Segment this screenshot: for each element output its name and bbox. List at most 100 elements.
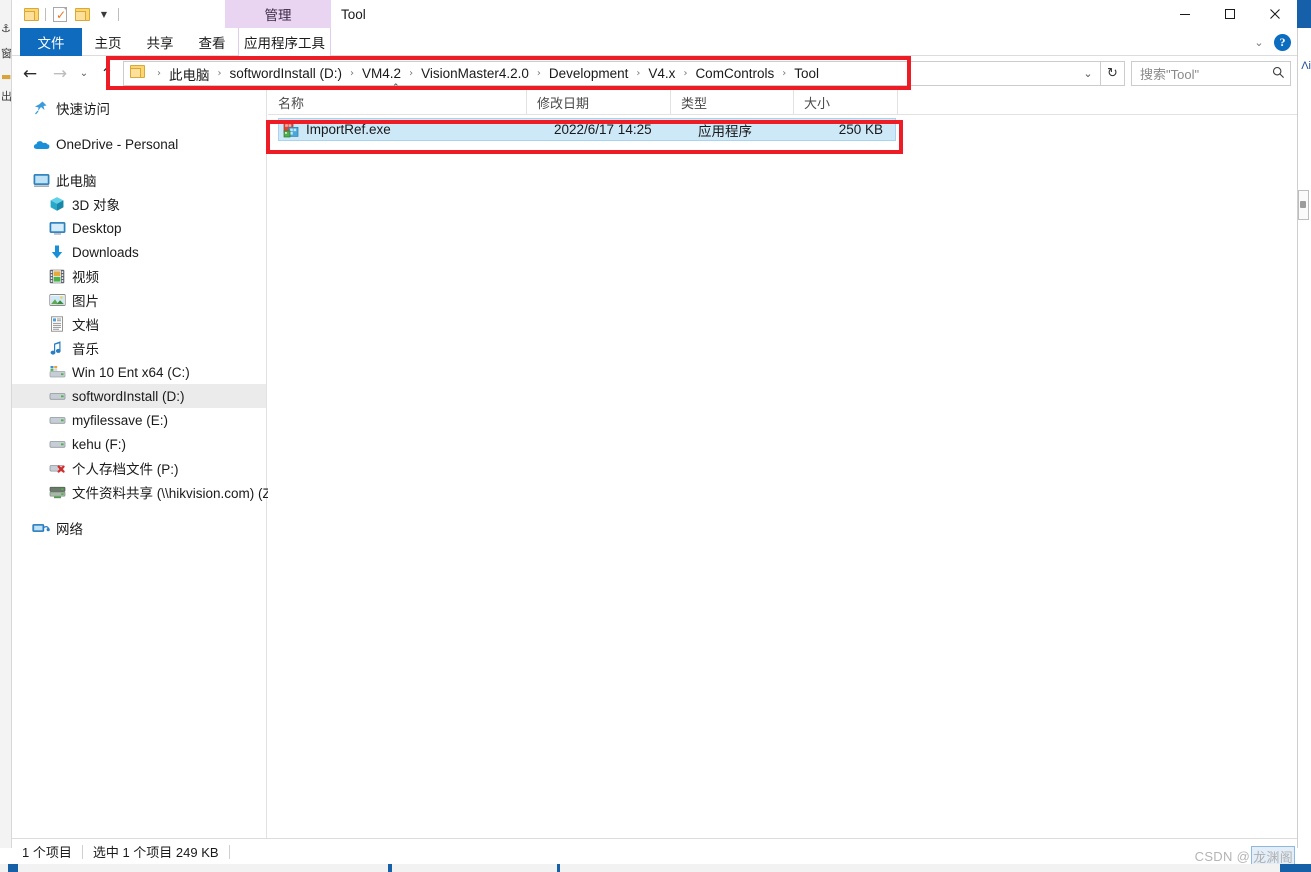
videos-film-icon xyxy=(48,267,66,285)
taskbar xyxy=(0,864,1311,872)
pictures-icon xyxy=(48,291,66,309)
minimize-button[interactable] xyxy=(1162,0,1207,28)
system-drive-icon xyxy=(48,363,66,381)
background-window-right-edge: Λi xyxy=(1297,0,1311,848)
sidebar-item-label: 个人存档文件 (P:) xyxy=(72,462,179,477)
properties-icon[interactable]: ✓ xyxy=(49,4,71,25)
pin-star-icon xyxy=(32,99,50,117)
sidebar-item-documents[interactable]: 文档 xyxy=(12,312,266,336)
sidebar-item-quick-access[interactable]: 快速访问 xyxy=(12,96,266,120)
breadcrumb-item-4[interactable]: Development xyxy=(547,66,631,81)
maximize-button[interactable] xyxy=(1207,0,1252,28)
column-header-date-modified[interactable]: 修改日期 xyxy=(526,90,670,115)
music-note-icon xyxy=(48,339,66,357)
tab-file[interactable]: 文件 xyxy=(20,28,82,56)
column-header-label: 修改日期 xyxy=(537,96,590,111)
close-button[interactable] xyxy=(1252,0,1297,28)
search-icon[interactable] xyxy=(1266,66,1290,82)
breadcrumb-item-3[interactable]: VisionMaster4.2.0 xyxy=(419,66,531,81)
breadcrumb-item-5[interactable]: V4.x xyxy=(646,66,677,81)
sidebar-item-drive-e[interactable]: myfilessave (E:) xyxy=(12,408,266,432)
column-header-label: 大小 xyxy=(804,96,831,111)
sidebar-item-pictures[interactable]: 图片 xyxy=(12,288,266,312)
sidebar-item-label: softwordInstall (D:) xyxy=(72,388,185,404)
help-icon[interactable]: ? xyxy=(1274,33,1291,51)
sidebar-item-label: OneDrive - Personal xyxy=(56,136,179,152)
sidebar-item-music[interactable]: 音乐 xyxy=(12,336,266,360)
breadcrumb-item-6[interactable]: ComControls xyxy=(693,66,776,81)
sidebar-item-3d-objects[interactable]: 3D 对象 xyxy=(12,192,266,216)
back-button[interactable]: ← xyxy=(16,61,44,86)
breadcrumb-separator: › xyxy=(536,68,541,79)
column-header-spacer xyxy=(897,90,957,115)
status-divider xyxy=(228,844,230,859)
breadcrumb-item-1[interactable]: softwordInstall (D:) xyxy=(228,66,345,81)
sidebar-item-drive-p[interactable]: 个人存档文件 (P:) xyxy=(12,456,266,480)
up-button[interactable]: ↑ xyxy=(94,61,120,86)
network-icon xyxy=(32,519,50,537)
sidebar-item-label: 文件资料共享 (\\hikvision.com) (Z:) xyxy=(72,486,280,501)
sidebar-item-onedrive[interactable]: OneDrive - Personal xyxy=(12,132,266,156)
forward-button[interactable]: → xyxy=(46,61,74,86)
sidebar-item-label: 音乐 xyxy=(72,342,99,357)
drive-icon xyxy=(48,435,66,453)
tab-application-tools[interactable]: 应用程序工具 xyxy=(238,28,331,56)
sidebar-item-network-drive-z[interactable]: 文件资料共享 (\\hikvision.com) (Z:) xyxy=(12,480,279,504)
onedrive-cloud-icon xyxy=(32,135,50,153)
sidebar-item-downloads[interactable]: Downloads xyxy=(12,240,266,264)
sort-ascending-caret-icon: ⌃ xyxy=(392,83,400,93)
watermark-prefix: CSDN @ xyxy=(1194,849,1251,864)
column-header-name[interactable]: ⌃ 名称 xyxy=(268,83,526,115)
sidebar-item-drive-d[interactable]: softwordInstall (D:) xyxy=(12,384,266,408)
folder-icon[interactable] xyxy=(20,4,42,25)
desktop-icon xyxy=(48,219,66,237)
toolbar-divider-2 xyxy=(118,8,119,21)
customize-caret-icon[interactable]: ▼ xyxy=(93,4,115,25)
sidebar-item-videos[interactable]: 视频 xyxy=(12,264,266,288)
breadcrumb-separator: › xyxy=(782,68,787,79)
refresh-button[interactable]: ↻ xyxy=(1101,61,1125,86)
column-header-type[interactable]: 类型 xyxy=(670,90,793,115)
sidebar-item-drive-c[interactable]: Win 10 Ent x64 (C:) xyxy=(12,360,266,384)
tab-share[interactable]: 共享 xyxy=(134,28,186,56)
new-folder-icon[interactable] xyxy=(71,4,93,25)
title-bar: ✓ ▼ 管理 Tool xyxy=(12,0,1297,28)
breadcrumb-separator: › xyxy=(157,68,161,79)
sidebar-item-label: Win 10 Ent x64 (C:) xyxy=(72,364,190,380)
ribbon-right-controls: ⌄ ? xyxy=(1250,28,1297,56)
tab-home[interactable]: 主页 xyxy=(82,28,134,56)
breadcrumb-item-7[interactable]: Tool xyxy=(792,66,821,81)
sidebar-item-network[interactable]: 网络 xyxy=(12,516,266,540)
breadcrumb-item-2[interactable]: VM4.2 xyxy=(360,66,403,81)
3d-objects-icon xyxy=(48,195,66,213)
toolbar-divider xyxy=(45,8,46,21)
documents-icon xyxy=(48,315,66,333)
window-title: Tool xyxy=(341,6,366,22)
tab-view[interactable]: 查看 xyxy=(186,28,238,56)
breadcrumb-separator: › xyxy=(409,68,414,79)
sidebar-item-label: 文档 xyxy=(72,318,99,333)
column-header-size[interactable]: 大小 xyxy=(793,90,897,115)
exe-application-icon xyxy=(283,122,299,138)
network-drive-icon xyxy=(48,483,66,501)
search-input[interactable]: 搜索"Tool" xyxy=(1132,64,1266,83)
breadcrumb-item-0[interactable]: 此电脑 xyxy=(167,64,212,84)
search-box[interactable]: 搜索"Tool" xyxy=(1131,61,1291,86)
sidebar-item-desktop[interactable]: Desktop xyxy=(12,216,266,240)
recent-locations-button[interactable]: ⌄ xyxy=(74,61,94,86)
table-row[interactable]: ImportRef.exe 2022/6/17 14:25 应用程序 250 K… xyxy=(278,118,896,141)
background-window-left-edge: ⚓ 窗 ▬ 出 xyxy=(0,0,12,848)
file-explorer-window: ✓ ▼ 管理 Tool 文件 主页 共享 查看 应用程序工具 ⌄ ? ← → ⌄… xyxy=(12,0,1297,864)
chevron-down-icon[interactable]: ⌄ xyxy=(1250,36,1268,49)
sidebar-item-drive-f[interactable]: kehu (F:) xyxy=(12,432,266,456)
screenshot-root: ⚓ 窗 ▬ 出 Λi ✓ ▼ 管理 Tool 文件 主页 共享 查看 应用程序工… xyxy=(0,0,1311,872)
sidebar-item-this-pc[interactable]: 此电脑 xyxy=(12,168,266,192)
contextual-tab-header: 管理 xyxy=(225,0,331,28)
sidebar-item-label: Desktop xyxy=(72,220,122,236)
address-dropdown-icon[interactable]: ⌄ xyxy=(1076,67,1100,80)
cell-date-modified: 2022/6/17 14:25 xyxy=(554,122,652,137)
address-bar[interactable]: › 此电脑 › softwordInstall (D:) › VM4.2 › V… xyxy=(123,61,1101,86)
status-bar: 1 个项目 选中 1 个项目 249 KB xyxy=(12,838,1297,864)
